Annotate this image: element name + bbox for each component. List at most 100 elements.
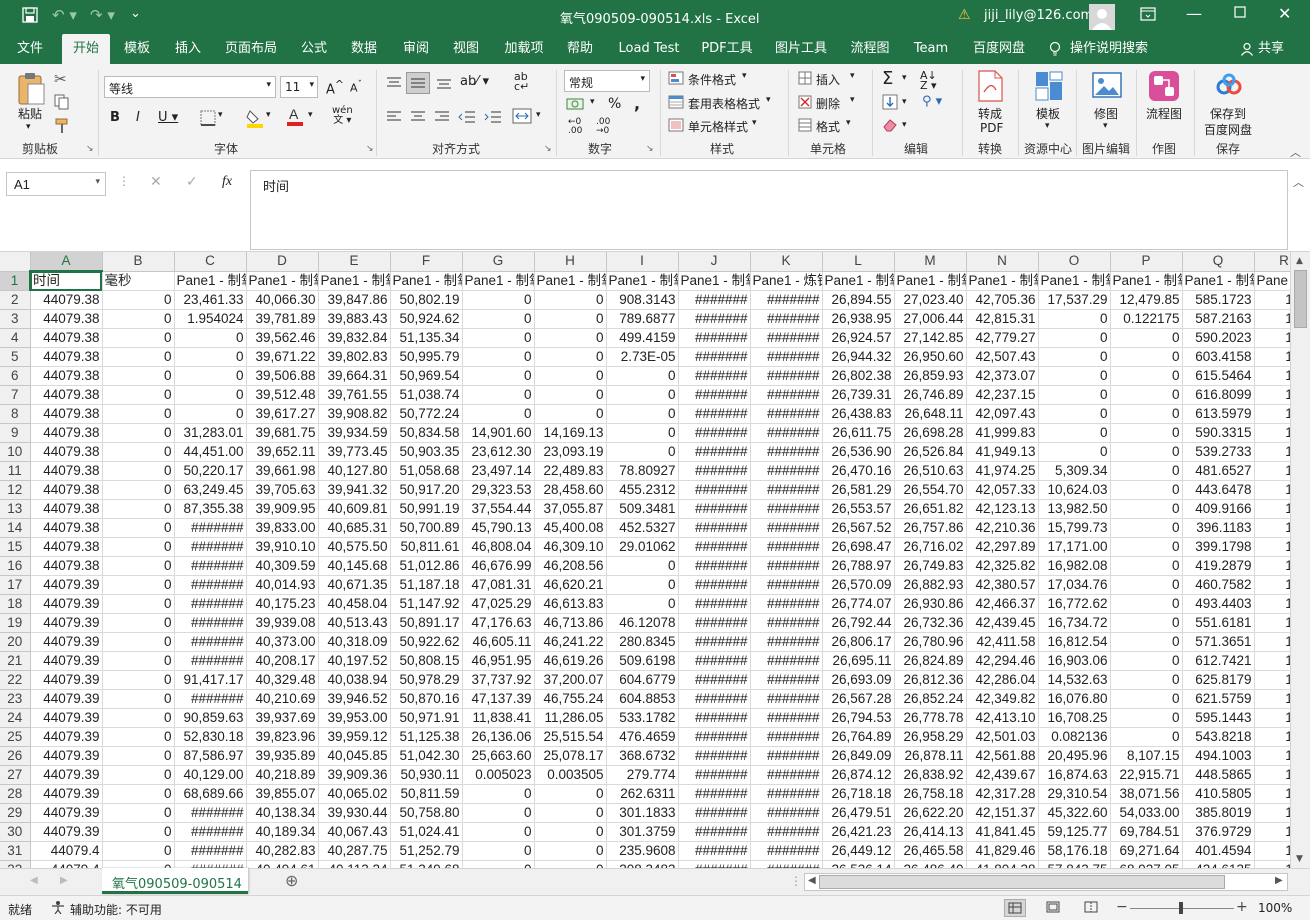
column-header[interactable]: C <box>174 252 247 272</box>
cell[interactable]: 26,438.83 <box>822 404 895 424</box>
cell[interactable]: 52,830.18 <box>174 727 247 747</box>
cell[interactable]: 47,025.29 <box>462 594 535 614</box>
cell[interactable]: 40,210.69 <box>246 689 319 709</box>
cell[interactable]: 603.4158 <box>1182 347 1255 367</box>
cell[interactable]: 45,400.08 <box>534 518 607 538</box>
cell[interactable]: 40,145.68 <box>318 556 391 576</box>
cell[interactable]: 42,439.45 <box>966 613 1039 633</box>
cell[interactable]: 0 <box>606 556 679 576</box>
cell[interactable]: 42,779.27 <box>966 328 1039 348</box>
cell[interactable]: 0 <box>102 556 175 576</box>
cell[interactable]: 23,612.30 <box>462 442 535 462</box>
cell[interactable]: 50,802.19 <box>390 290 463 310</box>
cell[interactable]: 39,934.59 <box>318 423 391 443</box>
row-header[interactable]: 16 <box>0 556 31 576</box>
cell[interactable]: 26,774.07 <box>822 594 895 614</box>
row-header[interactable]: 23 <box>0 689 31 709</box>
cell[interactable]: 58,176.18 <box>1038 841 1111 861</box>
cell[interactable]: 17,0 <box>1254 366 1290 386</box>
cell[interactable]: 40,513.43 <box>318 613 391 633</box>
cell[interactable]: 16,982.08 <box>1038 556 1111 576</box>
cell[interactable]: ####### <box>750 613 823 633</box>
cell[interactable]: 51,125.38 <box>390 727 463 747</box>
cell[interactable]: 40,045.85 <box>318 746 391 766</box>
font-size-select[interactable]: 11 ▾ <box>280 76 318 98</box>
cell[interactable]: 17,0 <box>1254 290 1290 310</box>
cell[interactable]: 613.5979 <box>1182 404 1255 424</box>
cell[interactable]: ####### <box>678 803 751 823</box>
cell[interactable]: 40,014.93 <box>246 575 319 595</box>
cell[interactable]: Pane1 - 制氧 <box>966 271 1039 291</box>
cell[interactable]: ####### <box>174 651 247 671</box>
cell[interactable]: 39,939.08 <box>246 613 319 633</box>
chevron-down-icon[interactable]: ▾ <box>902 120 907 130</box>
cell[interactable]: 23,497.14 <box>462 461 535 481</box>
cell[interactable]: ####### <box>174 575 247 595</box>
cell[interactable]: 26,449.12 <box>822 841 895 861</box>
cell[interactable]: 90,859.63 <box>174 708 247 728</box>
merge-center-icon[interactable] <box>512 108 532 127</box>
cell[interactable]: 26,824.89 <box>894 651 967 671</box>
cell[interactable]: 17,0 <box>1254 670 1290 690</box>
cell[interactable]: 26,859.93 <box>894 366 967 386</box>
cell[interactable]: 40,138.34 <box>246 803 319 823</box>
tab-page-layout[interactable]: 页面布局 <box>218 34 284 64</box>
cell[interactable]: 616.8099 <box>1182 385 1255 405</box>
cell[interactable]: 46,208.56 <box>534 556 607 576</box>
row-header[interactable]: 10 <box>0 442 31 462</box>
cell[interactable]: 40,067.43 <box>318 822 391 842</box>
cell[interactable]: 0 <box>606 385 679 405</box>
cell[interactable]: 17,0 <box>1254 727 1290 747</box>
cell[interactable]: 0 <box>606 575 679 595</box>
cell[interactable]: 37,554.44 <box>462 499 535 519</box>
cell[interactable]: 410.5805 <box>1182 784 1255 804</box>
cell[interactable]: 301.1833 <box>606 803 679 823</box>
cell[interactable]: 39,908.82 <box>318 404 391 424</box>
row-header[interactable]: 24 <box>0 708 31 728</box>
cell[interactable]: 17,0 <box>1254 385 1290 405</box>
column-header[interactable]: Q <box>1182 252 1255 272</box>
cell[interactable]: 41,829.46 <box>966 841 1039 861</box>
cell[interactable]: 0 <box>1110 423 1183 443</box>
cell[interactable]: ####### <box>750 594 823 614</box>
cell[interactable]: 47,137.39 <box>462 689 535 709</box>
cell[interactable]: 44079.39 <box>30 803 103 823</box>
row-header[interactable]: 30 <box>0 822 31 842</box>
cell[interactable]: 69,784.51 <box>1110 822 1183 842</box>
cell[interactable]: 0 <box>534 784 607 804</box>
cell[interactable]: 26,794.53 <box>822 708 895 728</box>
cell[interactable]: 44079.38 <box>30 442 103 462</box>
cell[interactable]: 26,465.58 <box>894 841 967 861</box>
cell[interactable]: 44079.38 <box>30 404 103 424</box>
cell[interactable]: 26,554.70 <box>894 480 967 500</box>
cell[interactable]: 17,0 <box>1254 328 1290 348</box>
cell[interactable]: 12,479.85 <box>1110 290 1183 310</box>
cell[interactable]: 51,038.74 <box>390 385 463 405</box>
cell[interactable]: 26,651.82 <box>894 499 967 519</box>
cell[interactable]: ####### <box>678 385 751 405</box>
cell[interactable]: 16,812.54 <box>1038 632 1111 652</box>
cell[interactable]: 0 <box>102 841 175 861</box>
cell[interactable]: 0 <box>102 613 175 633</box>
cell[interactable]: 0 <box>462 784 535 804</box>
cell[interactable]: 14,532.63 <box>1038 670 1111 690</box>
cell[interactable]: 625.8179 <box>1182 670 1255 690</box>
cell[interactable]: 455.2312 <box>606 480 679 500</box>
paste-icon[interactable] <box>16 72 46 109</box>
zoom-out-icon[interactable]: − <box>1116 899 1128 915</box>
cell[interactable]: 26,648.11 <box>894 404 967 424</box>
cell[interactable]: 42,815.31 <box>966 309 1039 329</box>
cell[interactable]: 0 <box>102 404 175 424</box>
cell[interactable]: 0 <box>102 347 175 367</box>
cell[interactable]: 39,935.89 <box>246 746 319 766</box>
cell[interactable]: Pane1 - 制氧 <box>894 271 967 291</box>
cell[interactable]: 87,586.97 <box>174 746 247 766</box>
cell[interactable]: 50,834.58 <box>390 423 463 443</box>
cell[interactable]: 0 <box>1110 385 1183 405</box>
cell[interactable]: 17,0 <box>1254 556 1290 576</box>
row-header[interactable]: 18 <box>0 594 31 614</box>
cell[interactable]: ####### <box>174 594 247 614</box>
chevron-down-icon[interactable]: ▾ <box>590 97 595 107</box>
cell[interactable]: ####### <box>678 518 751 538</box>
pdf-icon[interactable] <box>976 70 1004 105</box>
